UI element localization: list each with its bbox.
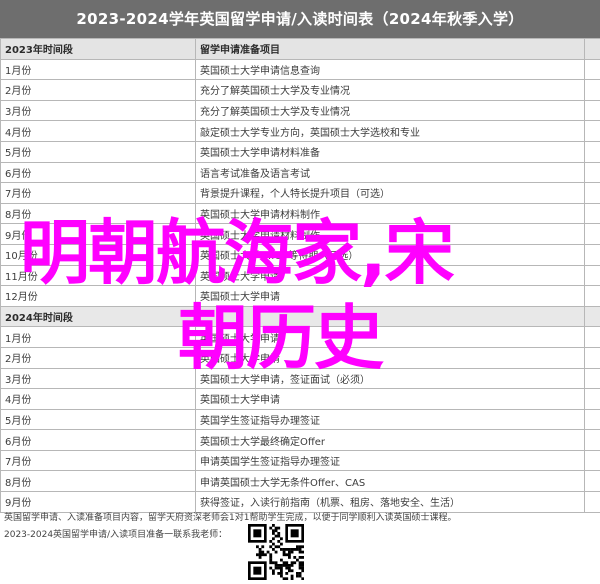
blank-cell (584, 449, 600, 472)
blank-cell (584, 202, 600, 225)
table-row: 4月份 敲定硕士大学专业方向，英国硕士大学选校和专业 (0, 120, 600, 142)
task-cell: 英国硕士大学申请材料准备 (195, 140, 585, 163)
blank-cell (584, 264, 600, 287)
blank-cell (584, 491, 600, 513)
footnote-service-note: 英国留学申请、入读准备项目内容，留学天府资深老师会1对1帮助学生完成，以便于同学… (4, 513, 457, 523)
table-row: 6月份 语言考试准备及语言考试 (0, 161, 600, 184)
month-cell: 2月份 (0, 346, 196, 369)
task-cell: 英国硕士大学申请信息查询 (195, 58, 585, 81)
table-header-row: 2023年时间段 留学申请准备项目 (0, 38, 600, 60)
task-cell: 申请英国硕士大学无条件Offer、CAS (195, 470, 585, 493)
blank-cell (584, 58, 600, 81)
task-column-header: 留学申请准备项目 (195, 38, 585, 60)
blank-cell (584, 346, 600, 369)
month-cell: 4月份 (0, 388, 196, 410)
month-cell: 2月份 (0, 79, 196, 101)
month-cell: 3月份 (0, 367, 196, 390)
month-cell: 8月份 (0, 470, 196, 493)
month-cell: 1月份 (0, 326, 196, 348)
blank-cell (584, 408, 600, 431)
month-cell: 6月份 (0, 429, 196, 451)
blank-cell (584, 285, 600, 307)
blank-cell (584, 326, 600, 348)
blank-cell (584, 305, 600, 328)
blank-cell (584, 99, 600, 122)
month-cell: 1月份 (0, 58, 196, 81)
blank-cell (584, 223, 600, 245)
blank-cell (584, 161, 600, 184)
task-cell: 申请英国学生签证指导办理签证 (195, 449, 585, 472)
overlay-headline-line-1: 明朝航海家,宋 (20, 212, 455, 294)
blank-column-header (584, 38, 600, 60)
table-row: 7月份 申请英国学生签证指导办理签证 (0, 449, 600, 472)
blank-cell (584, 243, 600, 266)
month-cell: 3月份 (0, 99, 196, 122)
table-row: 7月份 背景提升课程，个人特长提升项目（可选） (0, 182, 600, 204)
month-cell: 7月份 (0, 449, 196, 472)
blank-cell (584, 120, 600, 142)
month-cell: 5月份 (0, 408, 196, 431)
task-cell: 敲定硕士大学专业方向，英国硕士大学选校和专业 (195, 120, 585, 142)
table-row: 4月份 英国硕士大学申请 (0, 388, 600, 410)
task-cell: 充分了解英国硕士大学及专业情况 (195, 99, 585, 122)
month-cell: 6月份 (0, 161, 196, 184)
month-cell: 2024年时间段 (0, 305, 196, 328)
blank-cell (584, 388, 600, 410)
blank-cell (584, 182, 600, 204)
qr-code-icon (248, 524, 304, 580)
table-row: 6月份 英国硕士大学最终确定Offer (0, 429, 600, 451)
overlay-headline-line-2: 朝历史 (178, 297, 384, 379)
task-cell: 背景提升课程，个人特长提升项目（可选） (195, 182, 585, 204)
blank-cell (584, 140, 600, 163)
task-cell: 英国学生签证指导办理签证 (195, 408, 585, 431)
period-column-header: 2023年时间段 (0, 38, 196, 60)
table-row: 5月份 英国学生签证指导办理签证 (0, 408, 600, 431)
footnote-contact-line: 2023-2024英国留学申请/入读项目准备一联系我老师： (4, 530, 228, 540)
blank-cell (584, 429, 600, 451)
table-row: 8月份 申请英国硕士大学无条件Offer、CAS (0, 470, 600, 493)
blank-cell (584, 470, 600, 493)
table-row: 1月份 英国硕士大学申请信息查询 (0, 58, 600, 81)
month-cell: 4月份 (0, 120, 196, 142)
table-row: 5月份 英国硕士大学申请材料准备 (0, 140, 600, 163)
task-cell: 语言考试准备及语言考试 (195, 161, 585, 184)
table-row: 2月份 充分了解英国硕士大学及专业情况 (0, 79, 600, 101)
blank-cell (584, 79, 600, 101)
table-row: 3月份 充分了解英国硕士大学及专业情况 (0, 99, 600, 122)
month-cell: 5月份 (0, 140, 196, 163)
task-cell: 英国硕士大学申请 (195, 388, 585, 410)
blank-cell (584, 367, 600, 390)
page-title: 2023-2024学年英国留学申请/入读时间表（2024年秋季入学） (0, 0, 600, 38)
task-cell: 充分了解英国硕士大学及专业情况 (195, 79, 585, 101)
month-cell: 7月份 (0, 182, 196, 204)
task-cell: 英国硕士大学最终确定Offer (195, 429, 585, 451)
